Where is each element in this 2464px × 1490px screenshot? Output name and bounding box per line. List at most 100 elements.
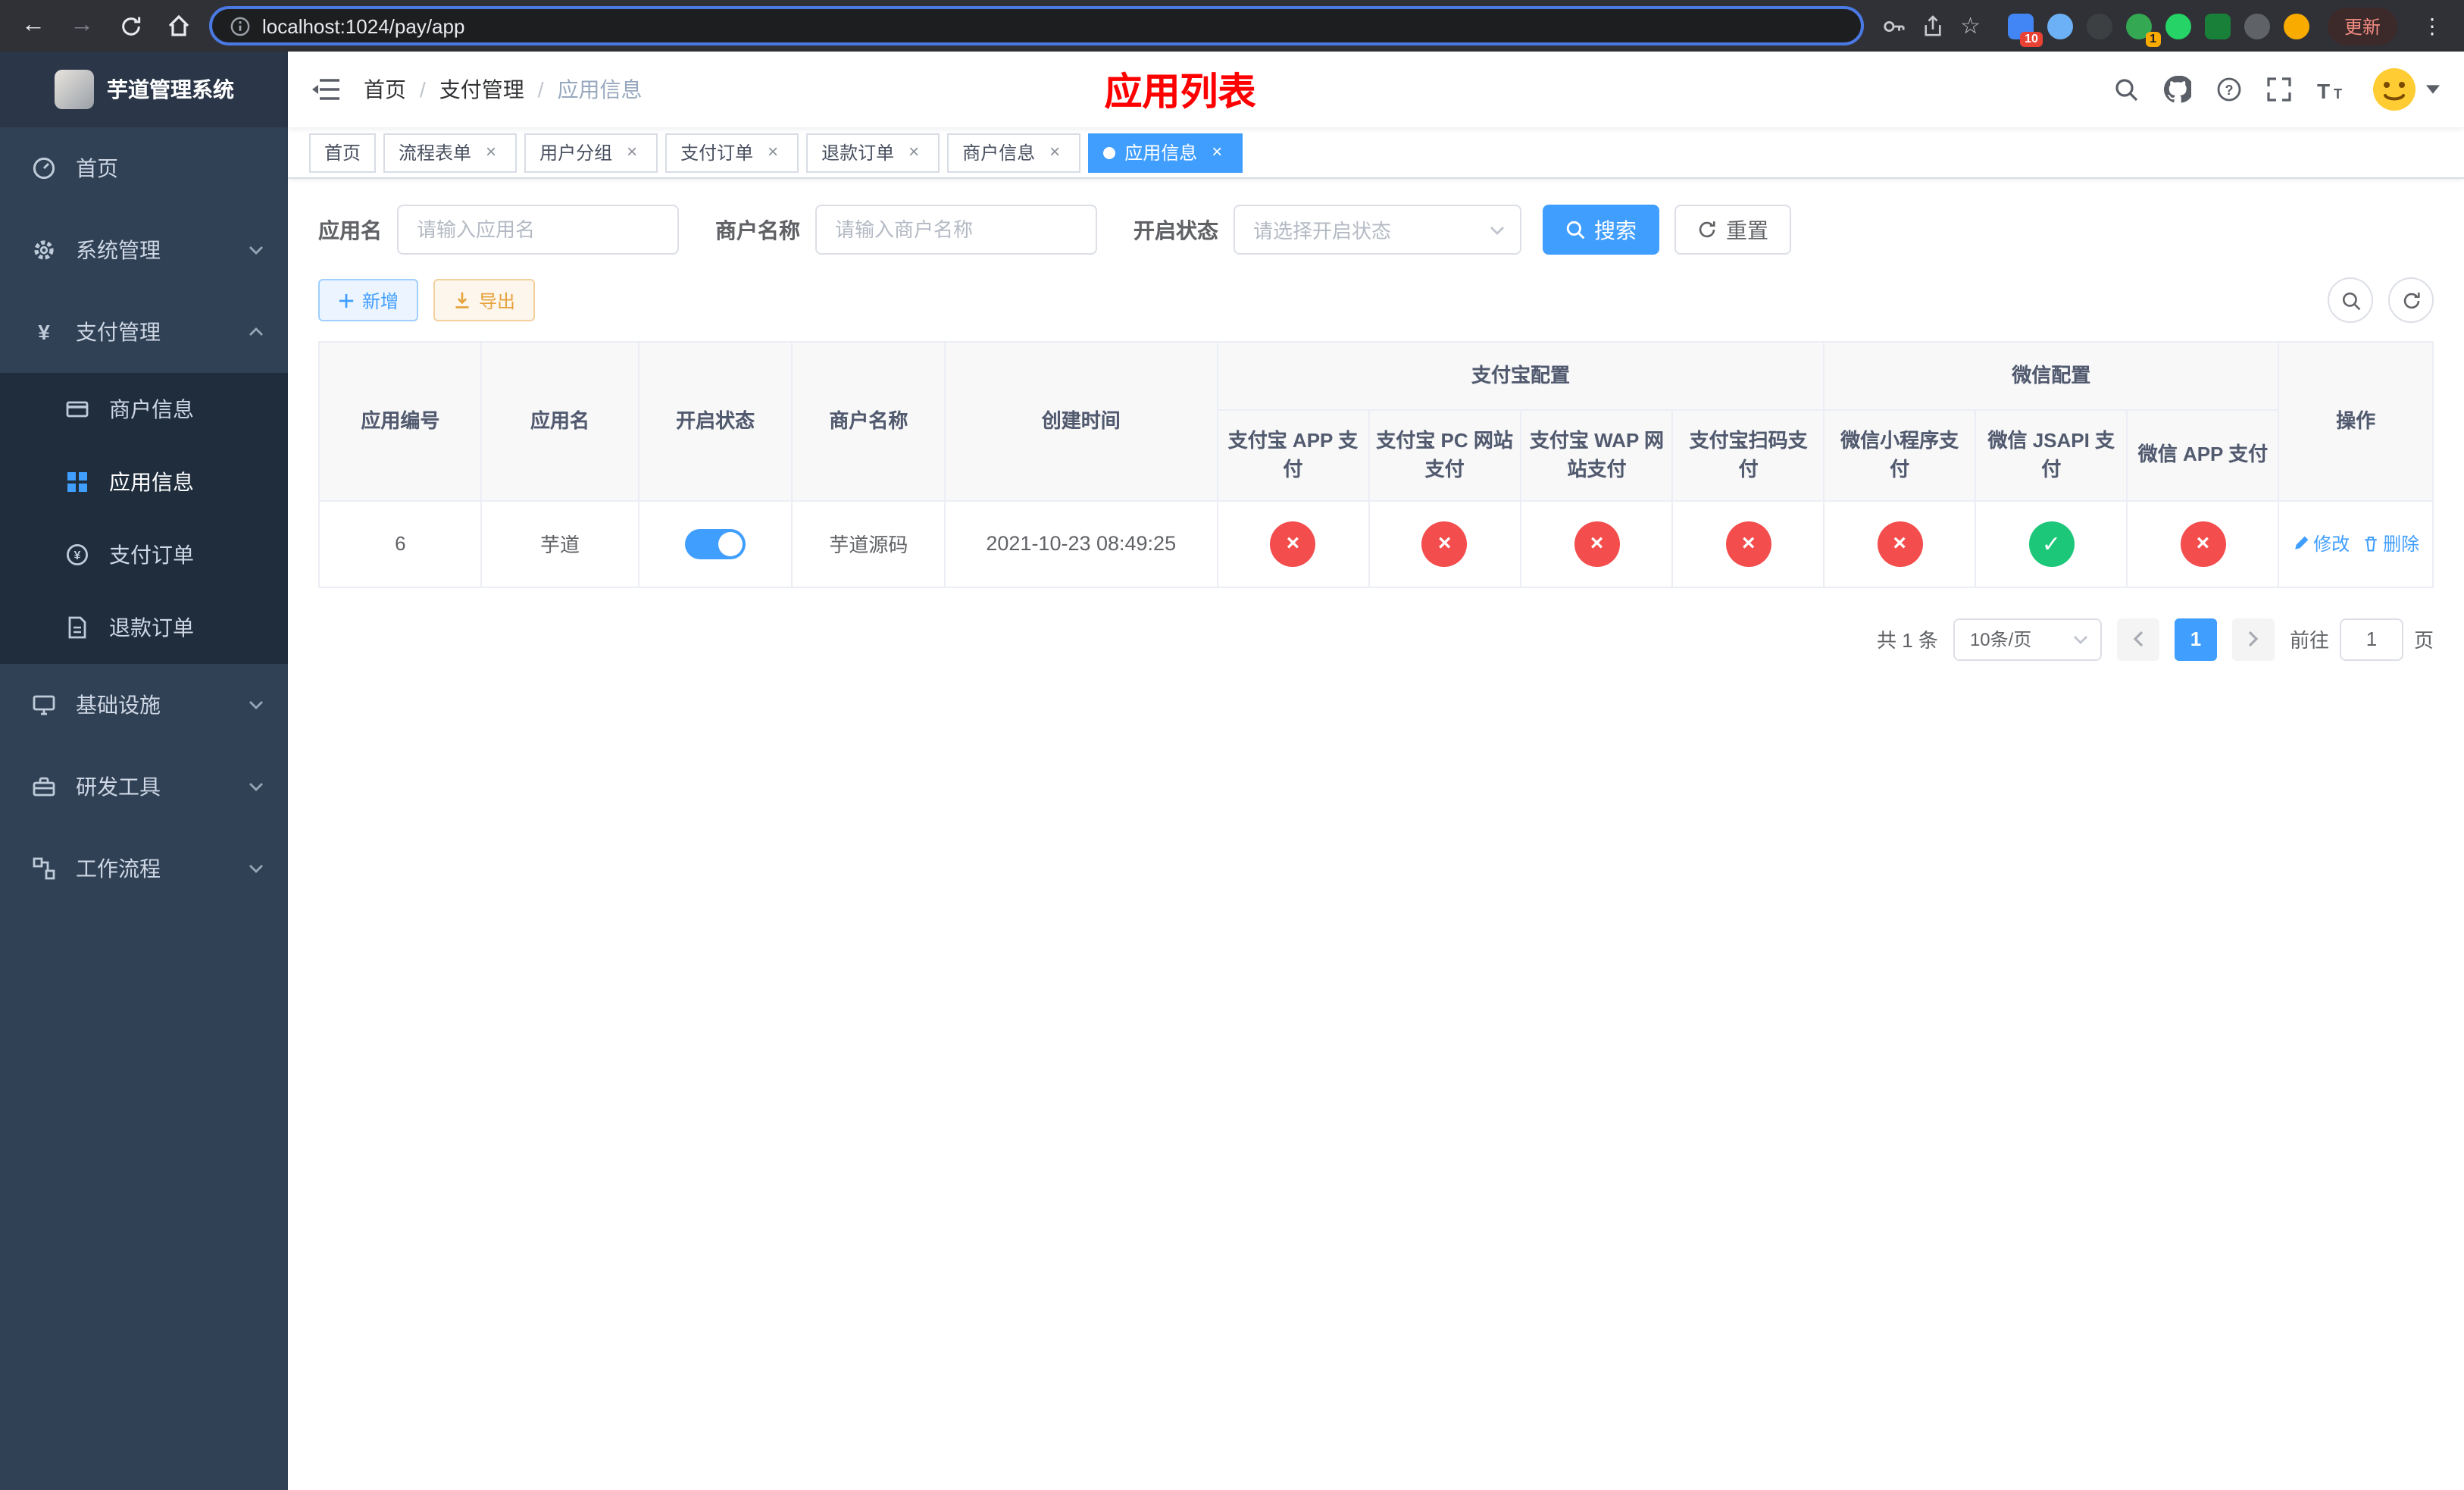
merchant-name-input[interactable] <box>815 205 1097 255</box>
github-icon[interactable] <box>2164 76 2191 103</box>
col-created: 创建时间 <box>943 341 1218 501</box>
extension-icon[interactable] <box>2086 13 2112 39</box>
chevron-down-icon <box>1490 225 1505 234</box>
sidebar: 芋道管理系统 首页 系统管理 ¥ 支付管理 商户信息 应用信息 ¥ 支付订单 退… <box>0 52 288 1490</box>
browser-forward-button[interactable]: → <box>64 8 100 44</box>
sidebar-item-infrastructure[interactable]: 基础设施 <box>0 664 288 746</box>
status-toggle[interactable] <box>685 528 746 559</box>
app-name-input[interactable] <box>397 205 679 255</box>
url-text: localhost:1024/pay/app <box>262 14 465 37</box>
sidebar-item-dev-tools[interactable]: 研发工具 <box>0 746 288 828</box>
chevron-down-icon <box>249 782 264 791</box>
col-actions: 操作 <box>2278 341 2434 501</box>
sidebar-item-system[interactable]: 系统管理 <box>0 209 288 291</box>
workflow-icon <box>30 856 58 881</box>
refresh-table-button[interactable] <box>2388 277 2434 323</box>
tab-process-form[interactable]: 流程表单 × <box>383 133 518 172</box>
tab-merchant-info[interactable]: 商户信息 × <box>947 133 1081 172</box>
breadcrumb-home[interactable]: 首页 <box>364 74 406 105</box>
top-navbar: 首页 / 支付管理 / 应用信息 应用列表 ? TT <box>288 52 2464 127</box>
cell-wechat-app: × <box>2126 499 2280 587</box>
col-app-name: 应用名 <box>480 341 639 501</box>
tab-home[interactable]: 首页 <box>309 133 377 172</box>
page-number-1[interactable]: 1 <box>2174 618 2217 660</box>
reset-button[interactable]: 重置 <box>1674 205 1791 255</box>
sidebar-item-merchant-info[interactable]: 商户信息 <box>0 373 288 446</box>
close-icon[interactable]: × <box>621 141 643 163</box>
extension-icon[interactable] <box>2165 13 2191 39</box>
extensions-puzzle-icon[interactable] <box>2244 13 2270 39</box>
browser-home-button[interactable] <box>161 8 197 44</box>
extension-badge: 10 <box>2020 31 2043 46</box>
bookmark-star-icon[interactable]: ☆ <box>1960 12 1981 39</box>
toggle-search-button[interactable] <box>2328 277 2373 323</box>
status-circle: × <box>1421 521 1468 566</box>
cell-alipay-scan: × <box>1671 499 1825 587</box>
search-button[interactable]: 搜索 <box>1543 205 1659 255</box>
prev-page-button[interactable] <box>2116 618 2159 660</box>
cell-app-id: 6 <box>317 499 483 587</box>
add-button[interactable]: 新增 <box>318 279 419 321</box>
close-icon[interactable]: × <box>762 141 783 163</box>
extension-icon[interactable]: 10 <box>2007 13 2043 46</box>
chevron-right-icon <box>2248 631 2259 647</box>
cell-merchant: 芋道源码 <box>791 499 946 587</box>
sidebar-item-refund-orders[interactable]: 退款订单 <box>0 591 288 664</box>
sidebar-item-pay-orders[interactable]: ¥ 支付订单 <box>0 518 288 591</box>
help-icon[interactable]: ? <box>2217 77 2241 102</box>
app-table: 应用编号 应用名 开启状态 商户名称 创建时间 支付宝配置 微信配置 操作 支付… <box>317 341 2434 587</box>
font-size-icon[interactable]: TT <box>2317 78 2346 101</box>
status-circle: × <box>2180 521 2226 566</box>
edit-link[interactable]: 修改 <box>2292 531 2350 556</box>
close-icon[interactable]: × <box>480 141 502 163</box>
status-select[interactable]: 请选择开启状态 <box>1234 205 1521 255</box>
share-icon[interactable] <box>1922 14 1942 37</box>
col-wechat-jsapi: 微信 JSAPI 支付 <box>1974 408 2128 501</box>
logo-avatar <box>54 70 93 109</box>
next-page-button[interactable] <box>2231 618 2275 660</box>
goto-page-input[interactable] <box>2339 618 2403 660</box>
extension-icon[interactable] <box>2204 13 2231 39</box>
tab-user-group[interactable]: 用户分组 × <box>524 133 658 172</box>
dashboard-icon <box>30 156 58 180</box>
extension-icon[interactable]: 1 <box>2125 13 2161 46</box>
close-icon[interactable]: × <box>903 141 924 163</box>
browser-menu-icon[interactable]: ⋮ <box>2416 13 2449 39</box>
download-icon <box>455 292 469 308</box>
address-bar[interactable]: localhost:1024/pay/app <box>209 6 1864 45</box>
breadcrumb-separator: / <box>420 77 426 102</box>
sidebar-item-home[interactable]: 首页 <box>0 127 288 209</box>
extension-icon[interactable] <box>2047 13 2073 39</box>
breadcrumb-payment[interactable]: 支付管理 <box>439 74 524 105</box>
home-icon <box>168 14 189 36</box>
tab-pay-orders[interactable]: 支付订单 × <box>665 133 799 172</box>
gear-icon <box>30 238 58 262</box>
delete-link[interactable]: 删除 <box>2362 531 2419 556</box>
user-menu[interactable] <box>2372 67 2440 112</box>
chrome-update-button[interactable]: 更新 <box>2327 7 2397 45</box>
browser-reload-button[interactable] <box>112 8 149 44</box>
sidebar-collapse-icon[interactable] <box>312 79 339 100</box>
export-button[interactable]: 导出 <box>433 279 536 321</box>
trash-icon <box>2364 537 2376 552</box>
sidebar-item-workflow[interactable]: 工作流程 <box>0 828 288 909</box>
sidebar-item-payment[interactable]: ¥ 支付管理 <box>0 291 288 373</box>
browser-back-button[interactable]: ← <box>15 8 52 44</box>
profile-avatar-icon[interactable] <box>2283 13 2309 39</box>
chevron-down-icon <box>249 700 264 709</box>
tab-refund-orders[interactable]: 退款订单 × <box>806 133 940 172</box>
app-logo[interactable]: 芋道管理系统 <box>0 52 288 127</box>
search-icon[interactable] <box>2114 77 2138 102</box>
site-info-icon[interactable] <box>230 16 250 36</box>
close-icon[interactable]: × <box>1044 141 1065 163</box>
monitor-icon <box>30 693 58 717</box>
breadcrumb-separator: / <box>537 77 544 102</box>
sidebar-item-app-info[interactable]: 应用信息 <box>0 446 288 518</box>
password-key-icon[interactable] <box>1881 14 1904 37</box>
page-size-select[interactable]: 10条/页 <box>1953 618 2102 660</box>
goto-label: 前往 <box>2289 629 2329 652</box>
grid-icon <box>64 470 91 494</box>
fullscreen-icon[interactable] <box>2267 77 2291 102</box>
close-icon[interactable]: × <box>1206 141 1227 163</box>
tab-app-info[interactable]: 应用信息 × <box>1088 133 1243 172</box>
